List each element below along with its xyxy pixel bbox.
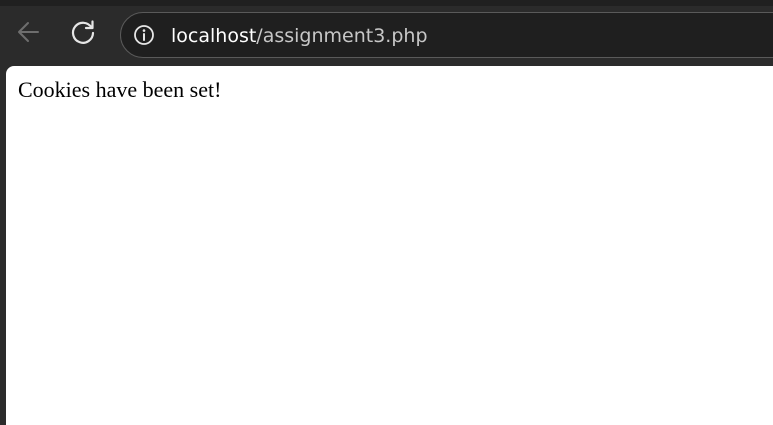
url-path: /assignment3.php <box>256 25 428 47</box>
url-text[interactable]: localhost/assignment3.php <box>171 24 428 48</box>
address-bar[interactable]: localhost/assignment3.php <box>120 12 773 58</box>
reload-button[interactable] <box>67 16 99 48</box>
browser-window: localhost/assignment3.php Cookies have b… <box>0 0 773 425</box>
url-host: localhost <box>171 25 257 47</box>
info-circle-icon[interactable] <box>133 24 155 46</box>
page-message: Cookies have been set! <box>18 77 222 102</box>
page-viewport: Cookies have been set! <box>6 66 773 425</box>
tab-strip-edge <box>0 0 773 6</box>
arrow-left-icon <box>18 22 39 42</box>
reload-icon <box>71 20 95 44</box>
browser-toolbar: localhost/assignment3.php <box>0 0 773 66</box>
back-button[interactable] <box>13 16 45 48</box>
